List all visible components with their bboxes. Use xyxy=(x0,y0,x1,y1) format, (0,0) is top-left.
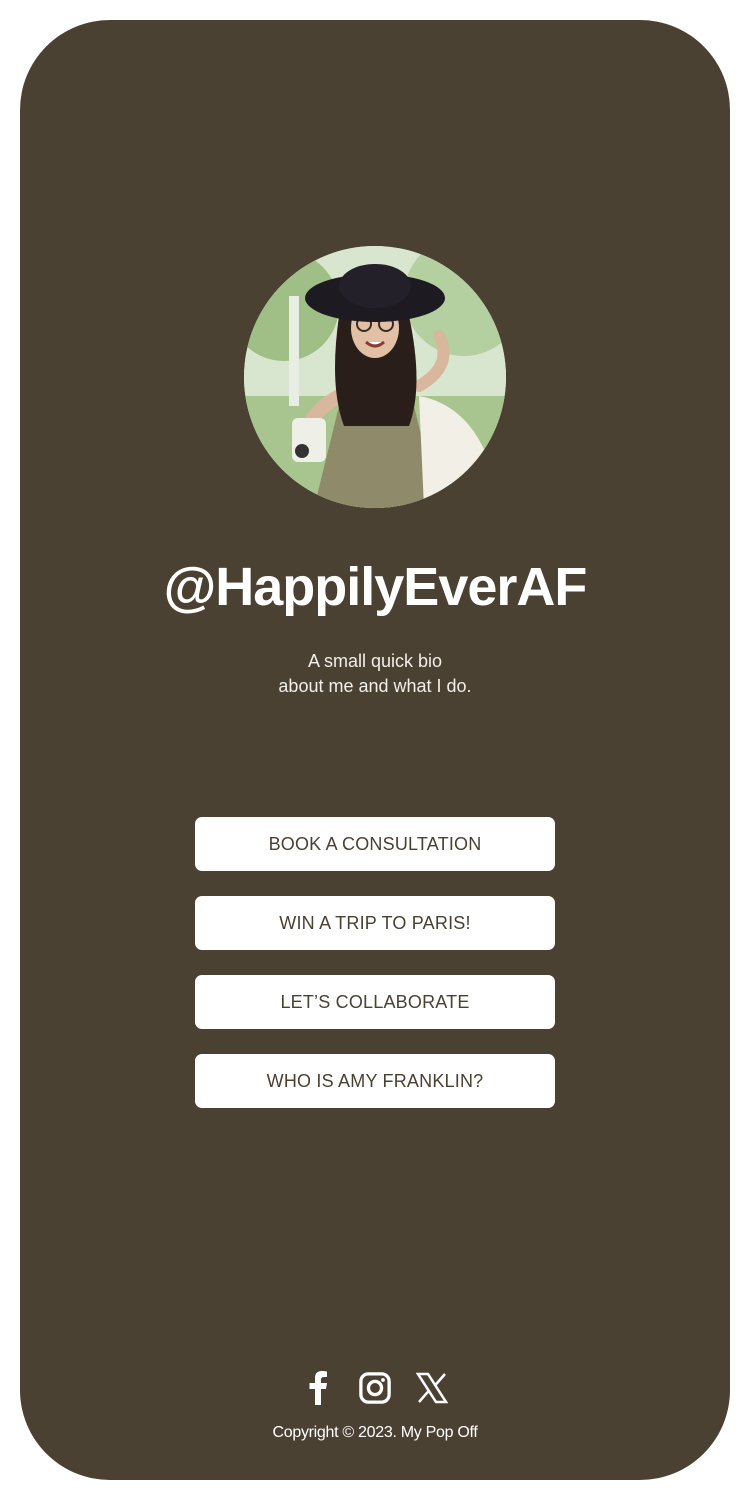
profile-card: @HappilyEverAF A small quick bio about m… xyxy=(20,20,730,1480)
link-list: BOOK A CONSULTATION WIN A TRIP TO PARIS!… xyxy=(195,817,555,1133)
bio-line: A small quick bio xyxy=(307,651,443,671)
avatar xyxy=(244,246,506,508)
bio-line: about me and what I do. xyxy=(278,676,472,696)
instagram-icon[interactable] xyxy=(359,1370,391,1406)
link-button-lets-collaborate[interactable]: LET’S COLLABORATE xyxy=(195,975,555,1029)
profile-handle: @HappilyEverAF xyxy=(163,557,588,617)
copyright-text: Copyright © 2023. My Pop Off xyxy=(272,1424,478,1441)
profile-bio: A small quick bio about me and what I do… xyxy=(20,649,730,699)
social-links xyxy=(20,1370,730,1410)
link-button-win-trip-paris[interactable]: WIN A TRIP TO PARIS! xyxy=(195,896,555,950)
link-button-who-is-amy-franklin[interactable]: WHO IS AMY FRANKLIN? xyxy=(195,1054,555,1108)
facebook-icon[interactable] xyxy=(302,1370,334,1406)
avatar-photo xyxy=(244,246,506,508)
x-icon[interactable] xyxy=(416,1370,448,1406)
link-button-book-consultation[interactable]: BOOK A CONSULTATION xyxy=(195,817,555,871)
